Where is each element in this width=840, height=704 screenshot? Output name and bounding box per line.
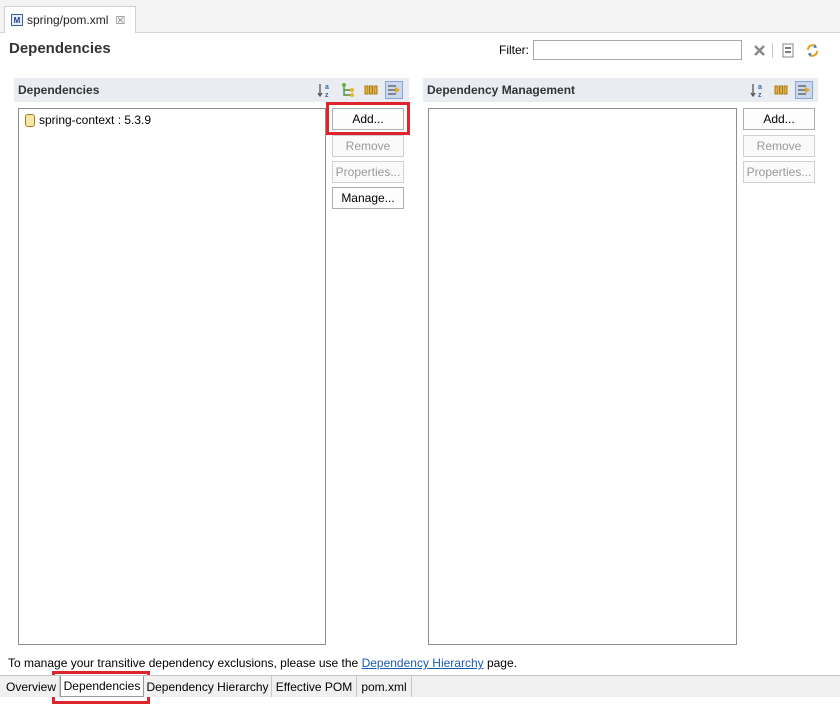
dependency-management-section: Dependency Management az Add... Remove P…: [423, 78, 818, 648]
tab-overview[interactable]: Overview: [3, 676, 60, 697]
dependencies-section: Dependencies az spring-context : 5.3.9 A…: [14, 78, 409, 648]
manage-dependencies-button[interactable]: Manage...: [332, 187, 404, 209]
remove-managed-dependency-button[interactable]: Remove: [743, 135, 815, 157]
editor-tab-pom[interactable]: M spring/pom.xml ☒: [4, 6, 136, 33]
dependency-label: spring-context : 5.3.9: [39, 113, 152, 127]
dependency-properties-button[interactable]: Properties...: [332, 161, 404, 183]
close-icon[interactable]: ☒: [115, 14, 125, 27]
show-dependency-hierarchy-icon[interactable]: [780, 42, 796, 58]
dependency-management-section-header: Dependency Management az: [423, 78, 818, 102]
refresh-icon[interactable]: [804, 42, 820, 58]
page-title: Dependencies: [9, 40, 111, 57]
clear-filter-icon[interactable]: [751, 42, 767, 58]
show-group-id-icon[interactable]: [339, 81, 357, 99]
add-dependency-button[interactable]: Add...: [332, 108, 404, 130]
dependencies-section-header: Dependencies az: [14, 78, 409, 102]
footer-text-before: To manage your transitive dependency exc…: [8, 656, 362, 670]
remove-dependency-button[interactable]: Remove: [332, 135, 404, 157]
editor-page-tabs: Overview Dependencies Dependency Hierarc…: [0, 675, 840, 697]
tab-dependency-hierarchy[interactable]: Dependency Hierarchy: [144, 676, 272, 697]
sort-alphabetically-icon[interactable]: az: [749, 81, 767, 99]
svg-text:a: a: [325, 84, 329, 91]
managed-dependency-properties-button[interactable]: Properties...: [743, 161, 815, 183]
sort-alphabetically-icon[interactable]: az: [316, 81, 334, 99]
dependency-hierarchy-link[interactable]: Dependency Hierarchy: [362, 656, 484, 670]
footer-text-after: page.: [483, 656, 517, 670]
dependencies-section-title: Dependencies: [18, 83, 100, 97]
tab-pom-xml[interactable]: pom.xml: [357, 676, 412, 697]
filter-input[interactable]: [533, 40, 742, 60]
list-item[interactable]: spring-context : 5.3.9: [25, 113, 151, 127]
filter-label: Filter:: [499, 43, 529, 57]
dependencies-list[interactable]: spring-context : 5.3.9: [18, 108, 326, 645]
transitive-exclusions-note: To manage your transitive dependency exc…: [8, 656, 517, 670]
header-separator: [772, 43, 773, 58]
maven-pom-icon: M: [11, 14, 23, 26]
tab-dependencies[interactable]: Dependencies: [60, 676, 144, 697]
show-inherited-icon[interactable]: [795, 81, 813, 99]
jar-icon: [25, 113, 35, 127]
dependency-management-section-title: Dependency Management: [427, 83, 576, 97]
svg-text:a: a: [758, 84, 762, 91]
tab-effective-pom[interactable]: Effective POM: [272, 676, 357, 697]
editor-tab-title: spring/pom.xml: [27, 13, 109, 27]
add-managed-dependency-button[interactable]: Add...: [743, 108, 815, 130]
page-header: Dependencies Filter:: [0, 33, 840, 67]
show-classifier-icon[interactable]: [362, 81, 380, 99]
svg-text:z: z: [758, 92, 762, 98]
svg-text:z: z: [325, 92, 329, 98]
show-inherited-icon[interactable]: [385, 81, 403, 99]
editor-tab-bar: M spring/pom.xml ☒: [0, 0, 840, 33]
dependency-management-list[interactable]: [428, 108, 737, 645]
show-classifier-icon[interactable]: [772, 81, 790, 99]
